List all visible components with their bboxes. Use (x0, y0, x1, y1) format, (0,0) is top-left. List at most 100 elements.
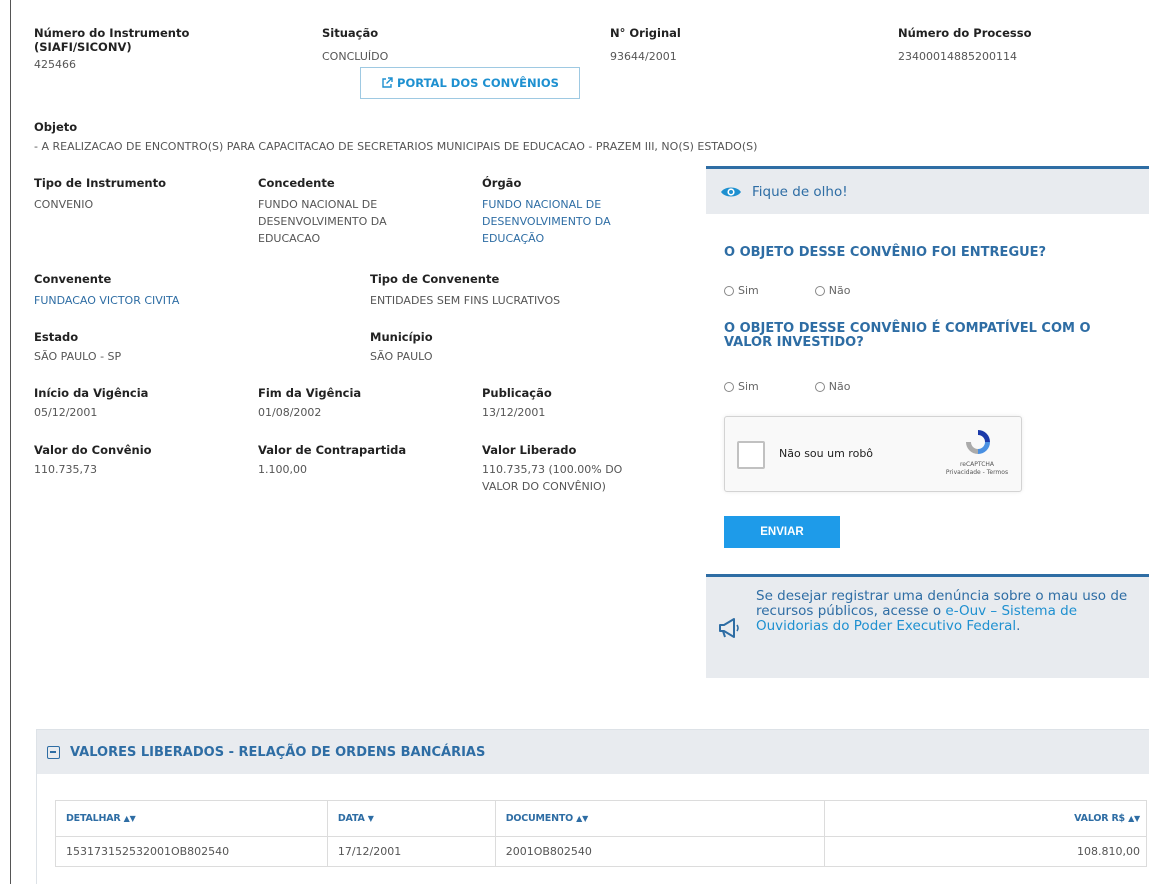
collapse-icon[interactable] (47, 745, 60, 759)
recaptcha-checkbox[interactable] (737, 441, 765, 469)
eye-icon (721, 187, 741, 196)
valor-liberado-line: 110.735,73 (100.00% DO (482, 463, 623, 476)
radio-compativel-nao[interactable]: Não (814, 380, 851, 393)
column-header-detalhar[interactable]: DETALHAR ▲▼ (55, 800, 328, 837)
sort-icon: ▲▼ (123, 814, 136, 823)
portal-convenios-button[interactable]: PORTAL DOS CONVÊNIOS (360, 67, 580, 99)
sort-icon: ▲▼ (1128, 814, 1140, 823)
question-compativel: O OBJETO DESSE CONVÊNIO É COMPATÍVEL COM… (724, 321, 1091, 350)
inicio-vigencia-value: 05/12/2001 (34, 406, 98, 419)
tipo-instrumento-label: Tipo de Instrumento (34, 176, 166, 190)
fim-vigencia-value: 01/08/2002 (258, 406, 322, 419)
column-label: DATA (337, 813, 365, 824)
column-label: DETALHAR (66, 813, 121, 824)
sort-desc-icon: ▼ (367, 814, 374, 823)
valor-liberado-value: 110.735,73 (100.00% DO VALOR DO CONVÊNIO… (482, 461, 622, 495)
numero-instrumento-label: Número do Instrumento (SIAFI/SICONV) (34, 26, 190, 54)
radio-group-entregue: Sim Não (724, 284, 850, 297)
denuncia-text-end: . (1016, 618, 1021, 634)
external-link-icon (382, 77, 393, 88)
orgao-label: Órgão (482, 176, 522, 190)
processo-label: Número do Processo (898, 26, 1032, 40)
objeto-label: Objeto (34, 120, 78, 134)
numero-instrumento-value: 425466 (34, 58, 76, 71)
cell-valor: 108.810,00 (824, 836, 1147, 867)
column-label: VALOR R$ (1074, 813, 1125, 824)
estado-label: Estado (34, 330, 79, 344)
column-header-valor[interactable]: VALOR R$ ▲▼ (824, 800, 1147, 837)
section-title: VALORES LIBERADOS - RELAÇÃO DE ORDENS BA… (70, 744, 486, 760)
column-label: DOCUMENTO (505, 813, 574, 824)
situacao-label: Situação (322, 26, 379, 40)
concedente-line: FUNDO NACIONAL DE (258, 198, 378, 211)
publicacao-label: Publicação (482, 386, 552, 400)
orgao-line: DESENVOLVIMENTO DA (482, 215, 611, 228)
objeto-value: - A REALIZACAO DE ENCONTRO(S) PARA CAPAC… (34, 140, 758, 153)
column-header-documento[interactable]: DOCUMENTO ▲▼ (494, 800, 826, 837)
processo-value: 23400014885200114 (898, 50, 1017, 63)
recaptcha-logo-icon (966, 430, 990, 454)
enviar-button[interactable]: ENVIAR (724, 516, 840, 548)
fique-de-olho-panel: Fique de olho! O OBJETO DESSE CONVÊNIO F… (706, 166, 1149, 678)
section-header[interactable]: VALORES LIBERADOS - RELAÇÃO DE ORDENS BA… (37, 730, 1149, 774)
orgao-line: EDUCAÇÃO (482, 232, 545, 245)
municipio-value: SÃO PAULO (370, 350, 433, 363)
radio-label: Sim (738, 284, 759, 297)
denuncia-text: Se desejar registrar uma denúncia sobre … (756, 589, 1141, 634)
recaptcha-label: Não sou um robô (779, 447, 874, 460)
fim-vigencia-label: Fim da Vigência (258, 386, 362, 400)
panel-header: Fique de olho! (706, 169, 1149, 214)
recaptcha-brand: reCAPTCHA Privacidade - Termos (937, 461, 1017, 477)
table-row[interactable]: 153173152532001OB802540 17/12/2001 2001O… (55, 836, 1147, 867)
sort-icon: ▲▼ (576, 814, 589, 823)
contrapartida-label: Valor de Contrapartida (258, 443, 407, 457)
valor-liberado-line: VALOR DO CONVÊNIO) (482, 480, 606, 493)
estado-value: SÃO PAULO - SP (34, 350, 122, 363)
table-header-row: DETALHAR ▲▼ DATA ▼ DOCUMENTO ▲▼ VALOR R$… (55, 800, 1147, 837)
convenente-label: Convenente (34, 272, 112, 286)
recaptcha-widget: Não sou um robô reCAPTCHA Privacidade - … (724, 416, 1022, 492)
radio-circle (814, 285, 825, 296)
tipo-convenente-value: ENTIDADES SEM FINS LUCRATIVOS (370, 294, 561, 307)
panel-title: Fique de olho! (752, 183, 848, 200)
ordens-bancarias-table: DETALHAR ▲▼ DATA ▼ DOCUMENTO ▲▼ VALOR R$… (55, 800, 1147, 867)
valor-liberado-label: Valor Liberado (482, 443, 577, 457)
concedente-line: EDUCACAO (258, 232, 321, 245)
question-entregue: O OBJETO DESSE CONVÊNIO FOI ENTREGUE? (724, 245, 1047, 260)
valor-convenio-label: Valor do Convênio (34, 443, 152, 457)
page-border (10, 0, 11, 884)
orgao-link[interactable]: FUNDO NACIONAL DE DESENVOLVIMENTO DA EDU… (482, 196, 611, 247)
panel-footer: Se desejar registrar uma denúncia sobre … (706, 577, 1149, 678)
radio-entregue-sim[interactable]: Sim (724, 284, 759, 297)
concedente-label: Concedente (258, 176, 335, 190)
tipo-convenente-label: Tipo de Convenente (370, 272, 500, 286)
concedente-line: DESENVOLVIMENTO DA (258, 215, 387, 228)
column-header-data[interactable]: DATA ▼ (326, 800, 496, 837)
situacao-value: CONCLUÍDO (322, 50, 389, 63)
radio-label: Sim (738, 380, 759, 393)
cell-data: 17/12/2001 (326, 836, 496, 867)
municipio-label: Município (370, 330, 433, 344)
valores-liberados-section: VALORES LIBERADOS - RELAÇÃO DE ORDENS BA… (36, 729, 1149, 884)
cell-documento: 2001OB802540 (494, 836, 826, 867)
concedente-value: FUNDO NACIONAL DE DESENVOLVIMENTO DA EDU… (258, 196, 387, 247)
contrapartida-value: 1.100,00 (258, 463, 307, 476)
convenente-link[interactable]: FUNDACAO VICTOR CIVITA (34, 292, 179, 309)
inicio-vigencia-label: Início da Vigência (34, 386, 149, 400)
recaptcha-links[interactable]: Privacidade - Termos (937, 469, 1017, 477)
radio-label: Não (828, 380, 851, 393)
radio-circle (814, 381, 825, 392)
original-value: 93644/2001 (610, 50, 677, 63)
radio-group-compativel: Sim Não (724, 380, 850, 393)
cell-detalhar: 153173152532001OB802540 (55, 836, 328, 867)
radio-label: Não (828, 284, 851, 297)
publicacao-value: 13/12/2001 (482, 406, 546, 419)
radio-compativel-sim[interactable]: Sim (724, 380, 759, 393)
radio-circle (724, 285, 734, 296)
megaphone-icon (719, 618, 739, 638)
orgao-line: FUNDO NACIONAL DE (482, 198, 602, 211)
original-label: N° Original (610, 26, 681, 40)
radio-entregue-nao[interactable]: Não (814, 284, 851, 297)
valor-convenio-value: 110.735,73 (34, 463, 97, 476)
recaptcha-brand-name: reCAPTCHA (959, 461, 995, 468)
